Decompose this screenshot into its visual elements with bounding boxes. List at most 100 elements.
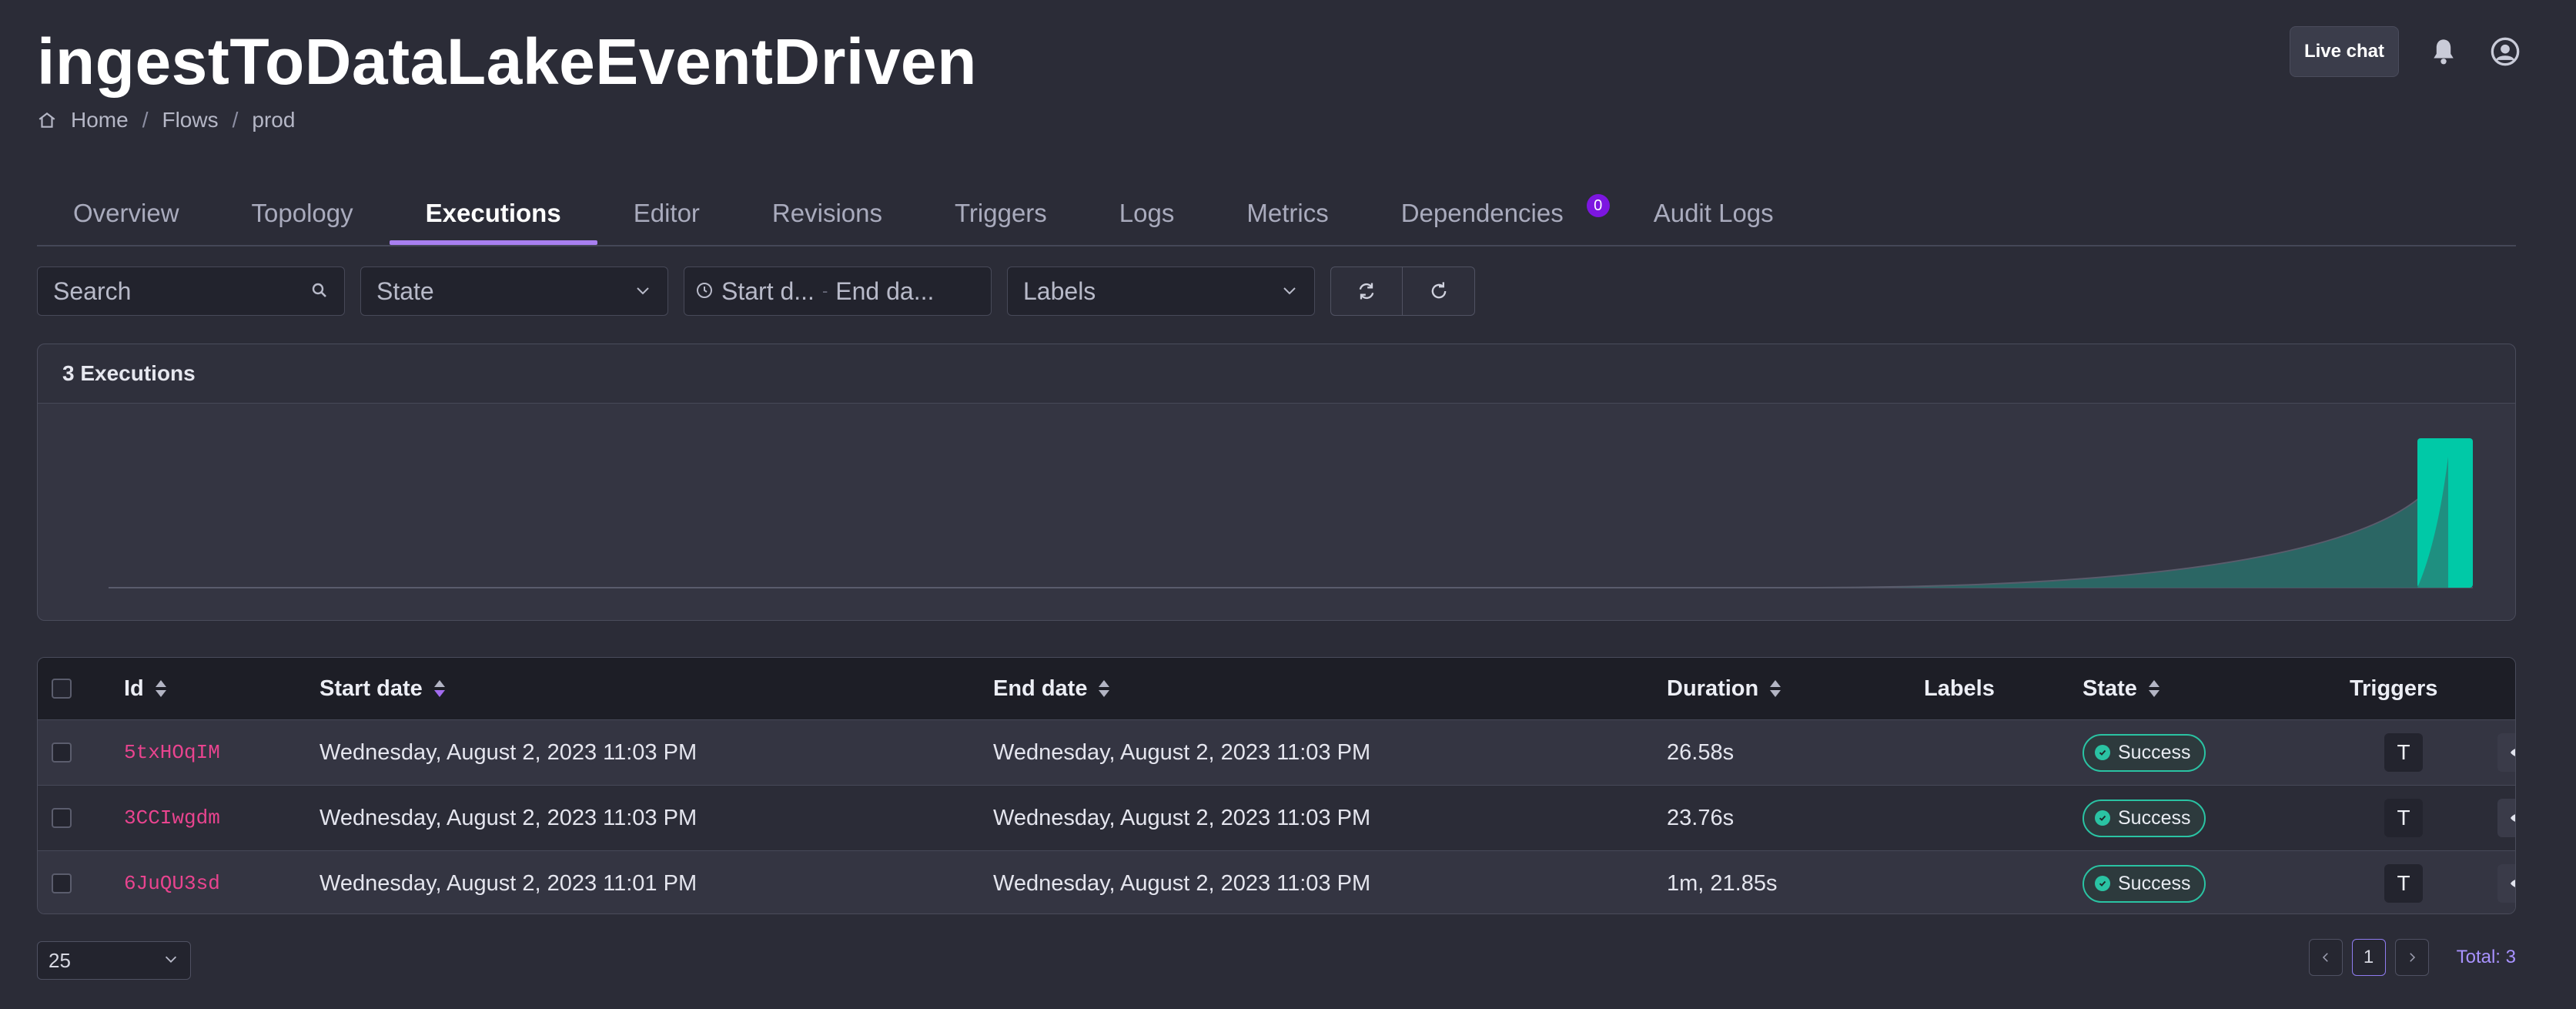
column-duration-label: Duration xyxy=(1667,675,1759,701)
next-page-button[interactable] xyxy=(2394,939,2429,976)
breadcrumb-home[interactable]: Home xyxy=(71,108,129,132)
trigger-chip[interactable]: T xyxy=(2384,864,2423,903)
home-icon xyxy=(37,110,57,130)
column-triggers: Triggers xyxy=(2350,675,2438,701)
executions-chart-card: 3 Executions xyxy=(37,344,2516,621)
date-range-separator: - xyxy=(821,281,828,300)
trigger-chip[interactable]: T xyxy=(2384,799,2423,837)
search-icon xyxy=(310,277,329,306)
chevron-left-icon xyxy=(2322,953,2328,962)
row-checkbox[interactable] xyxy=(52,743,72,763)
tab-triggers[interactable]: Triggers xyxy=(918,185,1083,243)
auto-refresh-button[interactable] xyxy=(1330,266,1403,316)
duration-cell: 26.58s xyxy=(1667,739,1735,765)
tab-logs[interactable]: Logs xyxy=(1083,185,1211,243)
chevron-down-icon xyxy=(634,277,652,306)
status-badge: Success xyxy=(2083,799,2206,837)
end-date-cell: Wednesday, August 2, 2023 11:03 PM xyxy=(993,805,1371,830)
duration-cell: 23.76s xyxy=(1667,805,1735,830)
total-count: Total: 3 xyxy=(2456,947,2516,967)
end-date-cell: Wednesday, August 2, 2023 11:03 PM xyxy=(993,870,1371,896)
view-details-button[interactable] xyxy=(2497,799,2515,837)
start-date-cell: Wednesday, August 2, 2023 11:03 PM xyxy=(319,739,698,765)
table-row[interactable]: 6JuQU3sd Wednesday, August 2, 2023 11:01… xyxy=(38,851,2515,913)
start-date-cell: Wednesday, August 2, 2023 11:03 PM xyxy=(319,805,698,830)
start-date-placeholder[interactable]: Start d... xyxy=(721,277,815,306)
search-input[interactable]: Search xyxy=(37,266,345,316)
breadcrumb-namespace[interactable]: prod xyxy=(252,108,295,132)
tab-executions[interactable]: Executions xyxy=(389,185,597,245)
view-details-button[interactable] xyxy=(2497,733,2515,772)
tab-overview[interactable]: Overview xyxy=(37,185,216,243)
top-actions: Live chat xyxy=(2289,26,2522,77)
status-badge: Success xyxy=(2083,864,2206,903)
breadcrumb-separator: / xyxy=(142,108,149,132)
column-id[interactable]: Id xyxy=(124,658,169,719)
filter-bar: Search State Start d... - End da... Labe… xyxy=(37,266,1475,316)
tab-dependencies-label: Dependencies xyxy=(1400,199,1564,227)
status-badge: Success xyxy=(2083,733,2206,772)
executions-table: Id Start date End date Duration Labels S… xyxy=(37,657,2516,914)
row-checkbox-cell xyxy=(52,720,72,785)
tab-bar: Overview Topology Executions Editor Revi… xyxy=(37,185,2516,246)
column-duration[interactable]: Duration xyxy=(1667,658,1783,719)
sort-icon xyxy=(433,680,445,697)
refresh-button-group xyxy=(1330,266,1475,316)
executions-chart xyxy=(109,438,2473,588)
pagination: 1 Total: 3 xyxy=(2308,939,2516,976)
trigger-chip[interactable]: T xyxy=(2384,733,2423,772)
table-row[interactable]: 3CCIwgdm Wednesday, August 2, 2023 11:03… xyxy=(38,786,2515,851)
row-checkbox-cell xyxy=(52,786,72,850)
execution-id-link[interactable]: 5txHOqIM xyxy=(124,720,220,785)
column-start-date-label: Start date xyxy=(319,675,423,701)
status-label: Success xyxy=(2118,806,2191,829)
date-range-picker[interactable]: Start d... - End da... xyxy=(684,266,992,316)
row-checkbox[interactable] xyxy=(52,873,72,893)
auto-refresh-icon xyxy=(1359,283,1374,300)
tab-metrics[interactable]: Metrics xyxy=(1210,185,1364,243)
column-end-date[interactable]: End date xyxy=(993,658,1112,719)
sort-icon xyxy=(155,680,166,697)
state-select[interactable]: State xyxy=(360,266,668,316)
breadcrumb-separator: / xyxy=(232,108,239,132)
check-circle-icon xyxy=(2095,876,2110,891)
duration-cell: 1m, 21.85s xyxy=(1667,870,1778,896)
column-state[interactable]: State xyxy=(2083,658,2162,719)
execution-id-link[interactable]: 3CCIwgdm xyxy=(124,786,220,850)
actions-cell xyxy=(2497,851,2515,913)
tab-audit-logs[interactable]: Audit Logs xyxy=(1618,185,1810,243)
tab-revisions[interactable]: Revisions xyxy=(736,185,918,243)
labels-placeholder: Labels xyxy=(1023,277,1096,305)
account-icon[interactable] xyxy=(2488,35,2522,69)
select-all-checkbox[interactable] xyxy=(52,679,72,699)
live-chat-button[interactable]: Live chat xyxy=(2289,26,2399,77)
check-circle-icon xyxy=(2095,745,2110,760)
page-size-select[interactable]: 25 xyxy=(37,941,191,980)
sort-icon xyxy=(1770,680,1781,697)
previous-page-button[interactable] xyxy=(2308,939,2343,976)
breadcrumb-flows[interactable]: Flows xyxy=(162,108,218,132)
column-start-date[interactable]: Start date xyxy=(319,658,447,719)
row-checkbox-cell xyxy=(52,851,72,913)
tab-topology[interactable]: Topology xyxy=(216,185,390,243)
tab-dependencies[interactable]: Dependencies 0 xyxy=(1365,185,1618,243)
refresh-button[interactable] xyxy=(1403,266,1475,316)
breadcrumb: Home / Flows / prod xyxy=(37,108,295,132)
chevron-down-icon xyxy=(162,949,179,973)
page-number-button[interactable]: 1 xyxy=(2351,939,2386,976)
status-label: Success xyxy=(2118,741,2191,763)
labels-select[interactable]: Labels xyxy=(1007,266,1315,316)
view-details-button[interactable] xyxy=(2497,864,2515,903)
tab-editor[interactable]: Editor xyxy=(597,185,736,243)
actions-cell xyxy=(2497,786,2515,850)
table-row[interactable]: 5txHOqIM Wednesday, August 2, 2023 11:03… xyxy=(38,720,2515,786)
triggers-cell: T xyxy=(2384,786,2423,850)
chart-trend-line xyxy=(109,456,2449,588)
triggers-cell: T xyxy=(2384,851,2423,913)
end-date-placeholder[interactable]: End da... xyxy=(835,277,934,306)
table-header: Id Start date End date Duration Labels S… xyxy=(38,658,2515,720)
actions-cell xyxy=(2497,720,2515,785)
execution-id-link[interactable]: 6JuQU3sd xyxy=(124,851,220,913)
row-checkbox[interactable] xyxy=(52,808,72,828)
bell-icon[interactable] xyxy=(2427,35,2461,69)
